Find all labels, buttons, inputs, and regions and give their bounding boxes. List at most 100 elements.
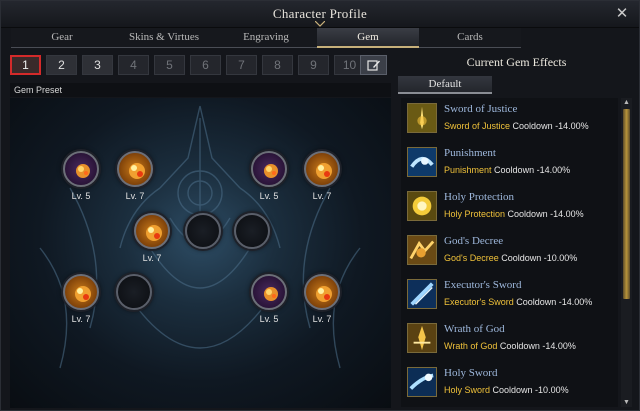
gem-icon (76, 164, 90, 178)
effect-name: Punishment (444, 147, 496, 159)
tab-engraving[interactable]: Engraving (215, 28, 317, 48)
list-item: Sword of Justice Sword of Justice Cooldo… (404, 100, 615, 140)
tab-gem[interactable]: Gem (317, 28, 419, 48)
effect-skill: Wrath of God (444, 341, 498, 351)
effect-value: Cooldown -14.00% (516, 297, 593, 307)
title-ornament-icon (315, 21, 325, 27)
gem-level-2: Lv. 7 (125, 191, 145, 201)
preset-button-8[interactable]: 8 (262, 55, 293, 75)
list-item: Executor's Sword Executor's Sword Cooldo… (404, 276, 615, 316)
effect-description: Wrath of God Cooldown -14.00% (444, 341, 576, 351)
gem-slot-7-empty[interactable] (234, 213, 270, 249)
gem-icon (316, 286, 332, 302)
effect-description: Holy Sword Cooldown -10.00% (444, 385, 569, 395)
gem-icon (316, 163, 332, 179)
executors-sword-icon (407, 279, 437, 309)
preset-button-7[interactable]: 7 (226, 55, 257, 75)
gem-board: Lv. 5 Lv. 7 Lv. 5 Lv. 7 Lv. 7 Lv. 7 Lv. … (10, 98, 391, 408)
scrollbar-thumb[interactable] (623, 109, 630, 299)
gem-level-8: Lv. 7 (71, 314, 91, 324)
gem-slot-4[interactable] (304, 151, 340, 187)
gem-icon (129, 163, 145, 179)
effect-skill: Executor's Sword (444, 297, 514, 307)
effect-name: Holy Sword (444, 367, 498, 379)
title-bar: Character Profile ✕ (1, 1, 639, 28)
effect-skill: Holy Protection (444, 209, 506, 219)
ornament-emblem-icon (39, 105, 361, 369)
preset-selector: 1 2 3 4 5 6 7 8 9 10 (10, 55, 365, 75)
window-title: Character Profile (272, 6, 368, 21)
effect-skill: Holy Sword (444, 385, 491, 395)
preset-button-4[interactable]: 4 (118, 55, 149, 75)
effect-value: Cooldown -10.00% (501, 253, 578, 263)
tab-gear[interactable]: Gear (11, 28, 113, 48)
effect-name: Wrath of God (444, 323, 505, 335)
effect-skill: Sword of Justice (444, 121, 511, 131)
scroll-up-icon[interactable]: ▲ (621, 98, 632, 107)
gem-level-1: Lv. 5 (71, 191, 91, 201)
preset-button-6[interactable]: 6 (190, 55, 221, 75)
effect-value: Cooldown -14.00% (499, 341, 576, 351)
gem-level-11: Lv. 7 (312, 314, 332, 324)
close-icon[interactable]: ✕ (613, 5, 631, 23)
effects-scrollbar[interactable]: ▲ ▼ (621, 98, 632, 407)
preset-button-3[interactable]: 3 (82, 55, 113, 75)
holy-sword-icon (407, 367, 437, 397)
list-item: Holy Protection Holy Protection Cooldown… (404, 188, 615, 228)
effect-description: Punishment Cooldown -14.00% (444, 165, 570, 175)
preset-button-2[interactable]: 2 (46, 55, 77, 75)
tab-cards[interactable]: Cards (419, 28, 521, 48)
gem-slot-11[interactable] (304, 274, 340, 310)
gem-icon (146, 225, 162, 241)
effect-description: Executor's Sword Cooldown -14.00% (444, 297, 592, 307)
list-item: God's Decree God's Decree Cooldown -10.0… (404, 232, 615, 272)
gem-slot-6-empty[interactable] (185, 213, 221, 249)
gem-icon (264, 164, 278, 178)
gem-effects-title: Current Gem Effects (466, 55, 567, 69)
character-profile-window: Character Profile ✕ Gear Skins & Virtues… (0, 0, 640, 411)
list-item: Wrath of God Wrath of God Cooldown -14.0… (404, 320, 615, 360)
gods-decree-icon (407, 235, 437, 265)
scroll-down-icon[interactable]: ▼ (621, 398, 632, 407)
effect-value: Cooldown -14.00% (512, 121, 589, 131)
gem-slot-1[interactable] (63, 151, 99, 187)
effect-description: Sword of Justice Cooldown -14.00% (444, 121, 589, 131)
preset-button-5[interactable]: 5 (154, 55, 185, 75)
punishment-icon (407, 147, 437, 177)
profile-tabs: Gear Skins & Virtues Engraving Gem Cards (11, 28, 523, 48)
gem-slot-8[interactable] (63, 274, 99, 310)
effect-name: God's Decree (444, 235, 504, 247)
gem-slot-3[interactable] (251, 151, 287, 187)
effect-value: Cooldown -14.00% (507, 209, 584, 219)
edit-icon (367, 60, 380, 71)
preset-button-1[interactable]: 1 (10, 55, 41, 75)
gem-slot-9-empty[interactable] (116, 274, 152, 310)
gem-slot-5[interactable] (134, 213, 170, 249)
list-item: Punishment Punishment Cooldown -14.00% (404, 144, 615, 184)
gem-level-10: Lv. 5 (259, 314, 279, 324)
holy-protection-icon (407, 191, 437, 221)
gem-slot-10[interactable] (251, 274, 287, 310)
effect-skill: God's Decree (444, 253, 499, 263)
gem-level-4: Lv. 7 (312, 191, 332, 201)
gem-icon (75, 286, 91, 302)
tab-skins-virtues[interactable]: Skins & Virtues (113, 28, 215, 48)
wrath-of-god-icon (407, 323, 437, 353)
tab-default[interactable]: Default (398, 76, 492, 94)
gem-slot-2[interactable] (117, 151, 153, 187)
sword-of-justice-icon (407, 103, 437, 133)
effect-name: Sword of Justice (444, 103, 518, 115)
effect-name: Holy Protection (444, 191, 514, 203)
gem-effects-panel: Current Gem Effects Default Sword of Jus… (398, 51, 635, 407)
gem-level-5: Lv. 7 (142, 253, 162, 263)
effect-description: Holy Protection Cooldown -14.00% (444, 209, 584, 219)
effect-name: Executor's Sword (444, 279, 522, 291)
effect-description: God's Decree Cooldown -10.00% (444, 253, 577, 263)
gem-preset-label: Gem Preset (10, 83, 391, 97)
gem-icon (264, 287, 278, 301)
effect-value: Cooldown -14.00% (494, 165, 571, 175)
effect-skill: Punishment (444, 165, 492, 175)
edit-preset-button[interactable] (360, 55, 387, 75)
gem-effects-list: Sword of Justice Sword of Justice Cooldo… (401, 98, 618, 407)
preset-button-9[interactable]: 9 (298, 55, 329, 75)
